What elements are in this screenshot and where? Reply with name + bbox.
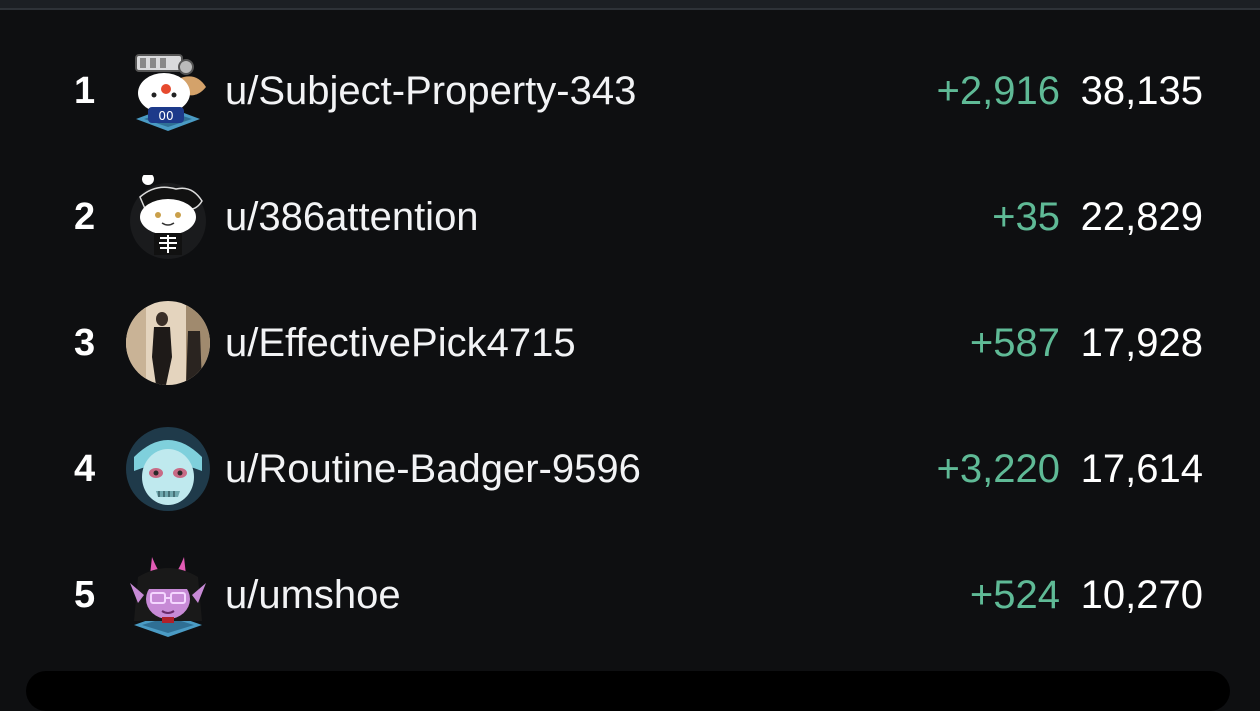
horned-girl-avatar-icon[interactable] <box>126 553 210 637</box>
leaderboard: 1 00 u/Subject-Property-343 +2,916 38,13… <box>0 28 1260 658</box>
score-change: +587 <box>969 320 1060 365</box>
rank-number: 1 <box>74 69 96 112</box>
score-change: +35 <box>992 194 1060 239</box>
username[interactable]: u/Routine-Badger-9596 <box>225 447 641 492</box>
score: 17,928 <box>1080 320 1203 365</box>
score: 10,270 <box>1080 572 1203 617</box>
photo-avatar-icon[interactable] <box>126 301 210 385</box>
score: 17,614 <box>1080 446 1203 491</box>
username[interactable]: u/EffectivePick4715 <box>225 321 576 366</box>
score-change: +3,220 <box>936 446 1060 491</box>
username[interactable]: u/386attention <box>225 195 479 240</box>
username[interactable]: u/umshoe <box>225 573 401 618</box>
rank-number: 5 <box>74 573 96 616</box>
leaderboard-row[interactable]: 5 u/umshoe +524 10,270 <box>0 532 1260 658</box>
rank-number: 4 <box>74 447 96 490</box>
hockey-snoo-avatar-icon[interactable]: 00 <box>126 49 210 133</box>
score: 38,135 <box>1080 68 1203 113</box>
rank-number: 2 <box>74 195 96 238</box>
svg-text:00: 00 <box>158 109 173 123</box>
skeleton-snoo-avatar-icon[interactable] <box>126 175 210 259</box>
score-change: +524 <box>969 572 1060 617</box>
username[interactable]: u/Subject-Property-343 <box>225 69 636 114</box>
leaderboard-row[interactable]: 1 00 u/Subject-Property-343 +2,916 38,13… <box>0 28 1260 154</box>
zombie-avatar-icon[interactable] <box>126 427 210 511</box>
top-divider <box>0 0 1260 10</box>
leaderboard-row[interactable]: 3 u/EffectivePick4715 +587 17,928 <box>0 280 1260 406</box>
score-change: +2,916 <box>936 68 1060 113</box>
rank-number: 3 <box>74 321 96 364</box>
leaderboard-row[interactable]: 2 u/386attention +35 22,829 <box>0 154 1260 280</box>
leaderboard-row[interactable]: 4 u/Routine-Badger-9596 +3,220 17,614 <box>0 406 1260 532</box>
score: 22,829 <box>1080 194 1203 239</box>
bottom-panel <box>26 671 1230 711</box>
